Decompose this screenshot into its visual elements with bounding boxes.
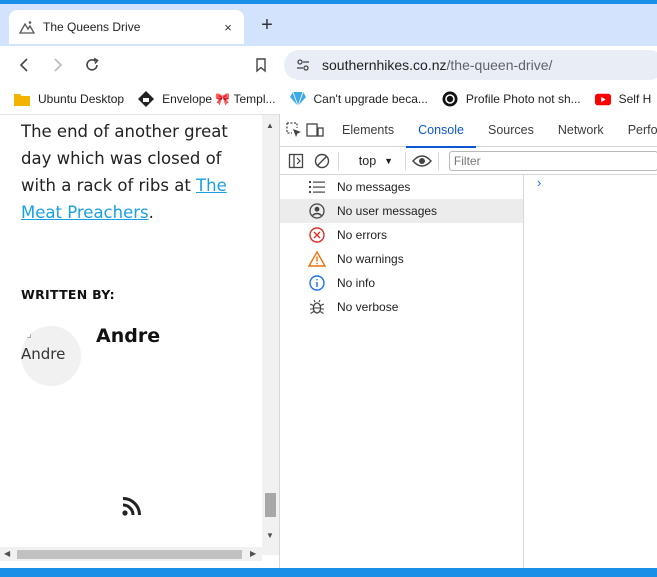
sidebar-toggle-icon[interactable] [286,150,306,172]
browser-window: The Queens Drive × + southernhikes.co.nz… [0,0,657,568]
list-icon [308,178,326,196]
toolbar-divider [438,151,439,170]
sidebar-label: No messages [337,180,411,194]
bookmark-cant-upgrade[interactable]: Can't upgrade beca... [289,91,428,107]
envelope-icon [138,91,155,107]
scroll-thumb[interactable] [265,493,276,517]
horizontal-scrollbar[interactable]: ◀ ▶ [0,547,262,561]
circle-logo-icon [442,91,458,107]
toolbar-divider [337,151,339,170]
scroll-down-arrow-icon[interactable]: ▼ [266,531,274,540]
sidebar-label: No verbose [337,300,399,314]
devtools-tabbar: Elements Console Sources Network Perfo [280,114,657,148]
tab-strip: The Queens Drive × + [0,4,657,46]
broken-image-icon [21,328,31,338]
console-prompt-icon[interactable]: › [537,175,541,190]
sidebar-label: No warnings [337,252,404,266]
sidebar-label: No info [337,276,376,290]
sidebar-item-verbose[interactable]: No verbose [280,295,523,319]
article-text-end: . [148,203,154,222]
article-paragraph: The end of another great day which was c… [21,118,241,226]
address-bar[interactable]: southernhikes.co.nz/the-queen-drive/ [284,50,657,80]
bookmark-self-h[interactable]: Self H [594,91,652,107]
written-by-label: WRITTEN BY: [21,287,115,302]
rss-icon[interactable] [121,495,143,517]
author-name[interactable]: Andre [96,325,160,347]
warning-icon [308,250,326,268]
diamond-icon [289,91,306,107]
sidebar-label: No user messages [337,204,438,218]
forward-icon[interactable] [47,54,69,76]
console-sidebar: No messages No user messages No errors N… [280,175,524,568]
tab-queens-drive[interactable]: The Queens Drive × [9,10,244,44]
sidebar-item-errors[interactable]: No errors [280,223,523,247]
reload-icon[interactable] [81,54,103,76]
dropdown-arrow-icon: ▼ [384,155,394,166]
tab-network[interactable]: Network [546,114,616,147]
scroll-up-arrow-icon[interactable]: ▲ [266,121,274,130]
url-path: /the-queen-drive/ [446,57,553,73]
sidebar-item-messages[interactable]: No messages [280,175,523,199]
tab-close-icon[interactable]: × [220,19,236,35]
bookmark-label: Can't upgrade beca... [313,92,428,106]
device-toolbar-icon[interactable] [306,119,324,141]
toolbar-divider [405,151,406,170]
bookmark-label: Ubuntu Desktop [38,92,125,106]
error-icon [308,226,326,244]
clear-console-icon[interactable] [312,150,332,172]
sidebar-label: No errors [337,228,388,242]
site-info-icon[interactable] [294,56,312,74]
inspect-element-icon[interactable] [286,119,302,141]
tab-console[interactable]: Console [406,114,476,148]
back-icon[interactable] [13,54,35,76]
live-expression-eye-icon[interactable] [412,150,432,172]
tab-title: The Queens Drive [43,20,141,34]
youtube-icon [594,91,611,107]
scroll-right-arrow-icon[interactable]: ▶ [250,549,256,558]
bookmark-profile-photo[interactable]: Profile Photo not sh... [442,91,581,107]
info-icon [308,274,326,292]
avatar: Andre [21,326,81,386]
bookmark-label: Self H [618,92,652,106]
tab-elements[interactable]: Elements [330,114,406,147]
toolbar: southernhikes.co.nz/the-queen-drive/ [0,46,657,84]
user-circle-icon [308,202,326,220]
bookmark-label: Profile Photo not sh... [465,92,581,106]
bookmark-label: Envelope 🎀 Templ... [162,92,276,106]
console-filter-input[interactable] [448,150,657,171]
web-page: The end of another great day which was c… [0,114,279,568]
bookmark-envelope[interactable]: Envelope 🎀 Templ... [138,91,276,107]
sidebar-item-info[interactable]: No info [280,271,523,295]
console-toolbar: top ▼ [280,147,657,175]
context-select[interactable]: top ▼ [353,154,399,168]
bug-icon [308,298,326,316]
sidebar-item-warnings[interactable]: No warnings [280,247,523,271]
mountain-icon [19,19,35,35]
avatar-alt-text: Andre [21,345,66,363]
bookmark-ubuntu-desktop[interactable]: Ubuntu Desktop [14,91,124,107]
context-value: top [358,153,377,168]
tab-sources[interactable]: Sources [476,114,546,147]
folder-icon [14,91,30,107]
bookmarks-bar: Ubuntu Desktop Envelope 🎀 Templ... Can't… [0,84,657,114]
console-output[interactable]: › [525,175,657,568]
scroll-left-arrow-icon[interactable]: ◀ [4,549,10,558]
tab-performance[interactable]: Perfo [616,114,657,147]
vertical-scrollbar[interactable]: ▲ ▼ [262,115,279,555]
horizontal-scroll-thumb[interactable] [17,550,242,559]
devtools-panel: Elements Console Sources Network Perfo t… [279,114,657,568]
sidebar-item-user-messages[interactable]: No user messages [280,199,523,223]
new-tab-button[interactable]: + [256,14,278,36]
url-host: southernhikes.co.nz [322,57,447,73]
bookmark-star-icon[interactable] [250,54,272,76]
